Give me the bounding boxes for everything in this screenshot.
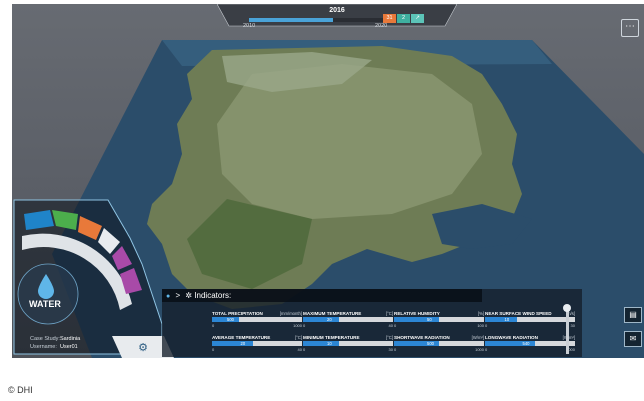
vertical-slider[interactable] bbox=[566, 306, 569, 354]
app-viewport: 2016 2010 2020 31 2 ↗ ⋯ WATER Case Study… bbox=[12, 4, 644, 358]
indicator-label: LONGWAVE RADIATION bbox=[485, 335, 538, 340]
indicator-slider[interactable]: 500 bbox=[394, 341, 484, 346]
indicator-item: MAXIMUM TEMPERATURE [°C] 20 0 40 bbox=[303, 311, 393, 331]
indicator-value: 10 bbox=[504, 317, 510, 322]
indicator-item: TOTAL PRECIPITATION [mm/month] 500 0 1000 bbox=[212, 311, 302, 331]
indicator-item: NEAR SURFACE WIND SPEED [m/s] 10 0 30 bbox=[485, 311, 575, 331]
indicator-item: SHORTWAVE RADIATION [W/m²] 500 0 1000 bbox=[394, 335, 484, 355]
indicator-slider[interactable]: 20 bbox=[303, 317, 393, 322]
timeline-year: 2016 bbox=[329, 7, 345, 14]
indicator-label: AVERAGE TEMPERATURE bbox=[212, 335, 271, 340]
indicators-header: ● > ✲ Indicators: bbox=[162, 289, 482, 302]
indicator-value: 500 bbox=[427, 341, 434, 346]
indicator-item: LONGWAVE RADIATION[W/m²]54001000 bbox=[485, 335, 575, 355]
timeline-end: 2020 bbox=[375, 23, 388, 29]
indicator-max: 1000 bbox=[475, 347, 484, 352]
indicator-label: TOTAL PRECIPITATION bbox=[212, 311, 263, 316]
indicator-min: 0 bbox=[394, 347, 397, 352]
timeline-start: 2010 bbox=[243, 23, 256, 29]
indicator-value: 20 bbox=[240, 341, 246, 346]
sector-name: WATER bbox=[29, 299, 61, 309]
indicator-unit: [mm/month] bbox=[279, 311, 302, 316]
timeline-step-button[interactable]: 31 bbox=[383, 14, 396, 23]
indicator-unit: [W/m²] bbox=[471, 335, 484, 340]
indicator-slider[interactable]: 50 bbox=[394, 317, 484, 322]
indicator-slider[interactable]: 10 bbox=[485, 317, 575, 322]
sector-dial[interactable] bbox=[12, 194, 172, 358]
indicator-item: MINIMUM TEMPERATURE [°C] 10 0 30 bbox=[303, 335, 393, 355]
username-value: User01 bbox=[60, 344, 78, 350]
indicator-fill bbox=[303, 317, 339, 322]
case-study-label: Case Study: bbox=[30, 336, 60, 342]
indicator-fill bbox=[303, 341, 339, 346]
username-label: Username: bbox=[30, 344, 57, 350]
indicator-unit: [°C] bbox=[294, 335, 302, 340]
indicator-fill bbox=[212, 341, 253, 346]
indicator-unit: [°C] bbox=[385, 335, 393, 340]
case-info: Case Study:Sardinia Username: User01 bbox=[30, 335, 80, 351]
indicator-label: MINIMUM TEMPERATURE bbox=[303, 335, 360, 340]
indicator-slider[interactable]: 500 bbox=[212, 317, 302, 322]
timeline-expand-button[interactable]: ↗ bbox=[411, 14, 424, 23]
indicator-label: SHORTWAVE RADIATION bbox=[394, 335, 450, 340]
indicator-fill bbox=[485, 317, 517, 322]
indicator-fill bbox=[394, 317, 439, 322]
indicator-item: RELATIVE HUMIDITY [%] 50 0 100 bbox=[394, 311, 484, 331]
chat-icon[interactable]: ✉ bbox=[624, 331, 642, 347]
slider-handle[interactable] bbox=[563, 304, 571, 312]
timeline-track[interactable] bbox=[249, 18, 389, 22]
indicator-label: NEAR SURFACE WIND SPEED bbox=[485, 311, 552, 316]
indicator-label: MAXIMUM TEMPERATURE bbox=[303, 311, 362, 316]
document-icon[interactable]: ▤ bbox=[624, 307, 642, 323]
indicator-unit: [°C] bbox=[385, 311, 393, 316]
indicator-slider[interactable]: 540 bbox=[485, 341, 575, 346]
indicator-max: 40 bbox=[388, 323, 393, 328]
indicator-min: 0 bbox=[212, 323, 215, 328]
indicator-max: 1000 bbox=[293, 323, 302, 328]
svg-text:⚙: ⚙ bbox=[138, 341, 148, 354]
more-dots-icon[interactable]: ⋯ bbox=[621, 19, 639, 37]
indicators-panel: ● > ✲ Indicators: TOTAL PRECIPITATION [mm… bbox=[162, 289, 582, 357]
water-drop-icon: ● bbox=[166, 293, 171, 300]
indicator-value: 20 bbox=[327, 317, 332, 322]
indicator-min: 0 bbox=[212, 347, 215, 352]
indicator-item: AVERAGE TEMPERATURE [°C] 20 0 40 bbox=[212, 335, 302, 355]
case-study-value: Sardinia bbox=[60, 336, 81, 342]
indicator-max: 30 bbox=[570, 323, 575, 328]
image-credit: © DHI bbox=[8, 385, 33, 395]
timeline-bar[interactable]: 2016 2010 2020 31 2 ↗ bbox=[217, 4, 457, 30]
indicators-title: Indicators: bbox=[194, 291, 232, 300]
indicator-label: RELATIVE HUMIDITY bbox=[394, 311, 440, 316]
indicator-value: 500 bbox=[227, 317, 234, 322]
breadcrumb-separator: > bbox=[175, 291, 181, 300]
indicator-slider[interactable]: 20 bbox=[212, 341, 302, 346]
indicator-min: 0 bbox=[485, 323, 488, 328]
indicator-value: 50 bbox=[427, 317, 432, 322]
indicator-min: 0 bbox=[303, 347, 306, 352]
indicator-unit: [%] bbox=[477, 311, 484, 316]
indicator-max: 30 bbox=[388, 347, 393, 352]
indicator-slider[interactable]: 10 bbox=[303, 341, 393, 346]
indicator-min: 0 bbox=[485, 347, 488, 352]
indicator-fill bbox=[212, 317, 239, 322]
indicator-value: 10 bbox=[327, 341, 332, 346]
indicator-min: 0 bbox=[394, 323, 397, 328]
timeline-progress bbox=[249, 18, 333, 22]
indicator-max: 100 bbox=[477, 323, 484, 328]
indicator-value: 540 bbox=[522, 341, 530, 346]
indicator-min: 0 bbox=[303, 323, 306, 328]
indicators-icon: ✲ bbox=[185, 291, 193, 300]
timeline-speed-button[interactable]: 2 bbox=[397, 14, 410, 23]
indicator-max: 40 bbox=[297, 347, 302, 352]
